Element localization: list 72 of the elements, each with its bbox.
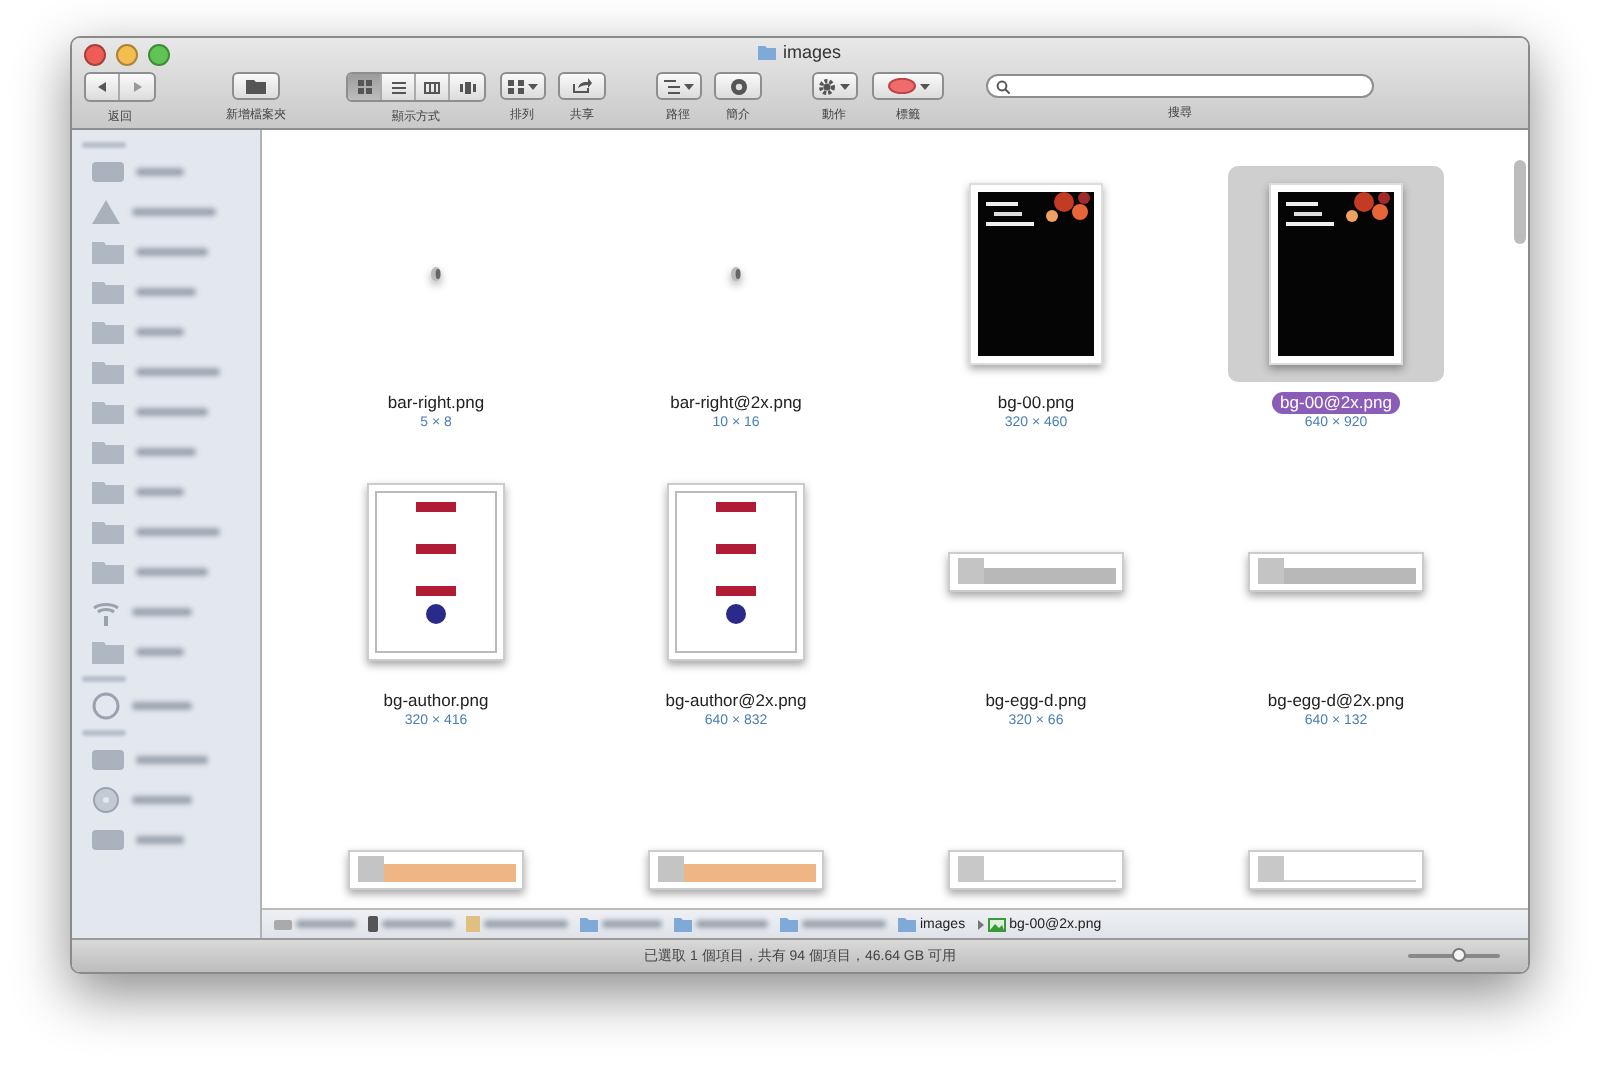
- folder-icon: [674, 917, 692, 931]
- folder-icon: [580, 917, 598, 931]
- image-file-icon: [987, 917, 1006, 931]
- share-button[interactable]: [558, 72, 606, 100]
- minimize-button[interactable]: [116, 44, 138, 66]
- new-folder-button[interactable]: [232, 72, 280, 100]
- folder-icon: [92, 640, 124, 664]
- icons-view-icon: [357, 80, 371, 94]
- folder-icon: [758, 45, 777, 59]
- view-mode-tab[interactable]: [348, 74, 382, 100]
- forward-icon: [133, 82, 141, 92]
- blurred-heading: [82, 676, 126, 682]
- folder-icon: [92, 520, 124, 544]
- action-button[interactable]: [811, 72, 857, 100]
- tag-icon: [887, 78, 915, 94]
- back-forward-control[interactable]: [84, 72, 156, 102]
- folder-icon: [92, 280, 124, 304]
- list-icon: [663, 79, 679, 93]
- close-button[interactable]: [84, 44, 106, 66]
- window-title: images: [782, 42, 841, 62]
- caret-icon: [683, 83, 693, 89]
- file-name[interactable]: bg-author.png: [375, 690, 497, 712]
- cover-flow-icon: [459, 81, 475, 93]
- gear-icon: [818, 77, 836, 95]
- caret-icon: [527, 83, 537, 89]
- folder-icon: [92, 480, 124, 504]
- tag-button[interactable]: [872, 72, 944, 100]
- search-field[interactable]: [986, 74, 1374, 98]
- folder-icon: [898, 917, 916, 931]
- caret-icon: [919, 83, 929, 89]
- folder-icon: [92, 320, 124, 344]
- folder-icon: [92, 440, 124, 464]
- file-name[interactable]: bar-right.png: [379, 392, 493, 414]
- search-icon: [996, 79, 1010, 93]
- disc-icon: [92, 786, 120, 814]
- arrange-button[interactable]: [499, 72, 545, 100]
- document-icon: [466, 916, 480, 932]
- folder-icon: [92, 240, 124, 264]
- drive-icon: [92, 748, 124, 772]
- airdrop-icon: [92, 598, 120, 626]
- folder-icon: [780, 917, 798, 931]
- view-mode-control[interactable]: [346, 72, 486, 102]
- blurred-heading: [82, 730, 126, 736]
- file-name[interactable]: bg-egg-d.png: [977, 690, 1095, 712]
- file-name[interactable]: bg-00.png: [989, 392, 1083, 414]
- drive-icon: [274, 917, 292, 931]
- list-view-icon: [391, 81, 405, 93]
- network-icon: [92, 692, 120, 720]
- file-name[interactable]: bg-author@2x.png: [657, 690, 815, 712]
- device-icon: [368, 916, 378, 932]
- folder-icon: [92, 400, 124, 424]
- scrollbar[interactable]: [1514, 160, 1526, 244]
- folder-plus-icon: [245, 78, 267, 94]
- drive-icon: [92, 160, 124, 184]
- chevron-icon: [977, 919, 984, 929]
- file-name[interactable]: bg-00@2x.png: [1272, 392, 1400, 414]
- info-button[interactable]: [714, 72, 762, 100]
- path-button[interactable]: [655, 72, 701, 100]
- folder-icon: [92, 560, 124, 584]
- grid-icon: [507, 79, 523, 93]
- back-icon: [98, 82, 106, 92]
- columns-view-icon: [424, 81, 440, 93]
- caret-icon: [840, 83, 850, 89]
- blurred-heading: [82, 142, 126, 148]
- share-icon: [572, 78, 592, 94]
- zoom-button[interactable]: [148, 44, 170, 66]
- file-name[interactable]: bar-right@2x.png: [662, 392, 810, 414]
- file-name[interactable]: bg-egg-d@2x.png: [1259, 690, 1413, 712]
- selected-thumbnail[interactable]: [1228, 166, 1444, 382]
- folder-icon: [92, 360, 124, 384]
- slider-thumb[interactable]: [1451, 948, 1466, 962]
- drive-icon: [92, 828, 124, 852]
